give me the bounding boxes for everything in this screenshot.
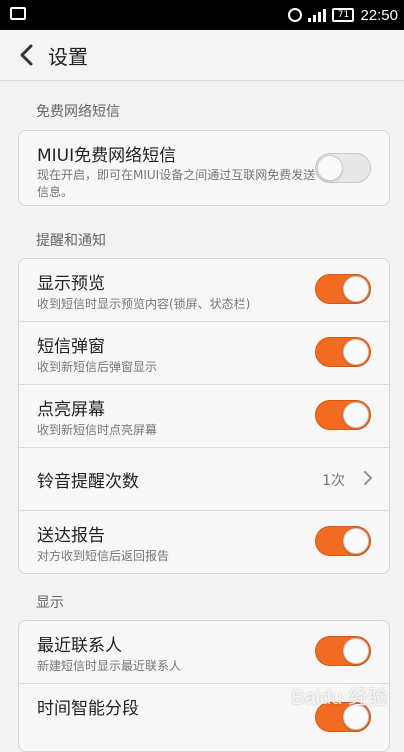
recent-contacts-toggle[interactable] [315, 636, 371, 666]
setting-subtitle: 收到新短信后弹窗显示 [37, 360, 158, 374]
chevron-right-icon [363, 470, 373, 490]
status-bar: 71 22:50 [0, 0, 404, 30]
setting-row-popup[interactable]: 短信弹窗 收到新短信后弹窗显示 [19, 322, 389, 385]
page-title: 设置 [48, 44, 88, 69]
alarm-icon [288, 8, 303, 22]
battery-icon: 71 [332, 8, 355, 22]
setting-row-preview[interactable]: 显示预览 收到短信时显示预览内容(锁屏、状态栏) [19, 259, 389, 322]
setting-subtitle: 现在开启，即可在MIUI设备之间通过互联网免费发送信息。 [37, 168, 316, 199]
setting-title: 显示预览 [37, 274, 105, 294]
title-bar: 设置 [0, 30, 404, 81]
setting-subtitle: 对方收到短信后返回报告 [37, 549, 170, 563]
popup-toggle[interactable] [315, 337, 371, 367]
card-notifications: 显示预览 收到短信时显示预览内容(锁屏、状态栏) 短信弹窗 收到新短信后弹窗显示… [18, 258, 390, 574]
toggle-knob [343, 276, 369, 302]
setting-title: 短信弹窗 [37, 337, 105, 357]
miui-sms-toggle[interactable] [315, 153, 371, 183]
baidu-watermark: Baidu 经验 [291, 687, 388, 709]
toggle-knob [343, 528, 369, 554]
toggle-knob [343, 402, 369, 428]
setting-row-wake-screen[interactable]: 点亮屏幕 收到新短信时点亮屏幕 [19, 385, 389, 448]
image-notification-icon [10, 7, 26, 20]
toggle-knob [343, 339, 369, 365]
toggle-knob [343, 638, 369, 664]
delivery-report-toggle[interactable] [315, 526, 371, 556]
section-header-notifications: 提醒和通知 [36, 233, 106, 249]
ring-count-value: 1次 [322, 473, 345, 489]
setting-subtitle: 收到短信时显示预览内容(锁屏、状态栏) [37, 297, 251, 311]
setting-row-delivery-report[interactable]: 送达报告 对方收到短信后返回报告 [19, 511, 389, 573]
setting-title: MIUI免费网络短信 [37, 146, 177, 166]
setting-row-recent-contacts[interactable]: 最近联系人 新建短信时显示最近联系人 [19, 621, 389, 684]
setting-subtitle: 收到新短信时点亮屏幕 [37, 423, 158, 437]
section-header-display: 显示 [36, 595, 64, 611]
section-header-free-sms: 免费网络短信 [36, 104, 120, 120]
setting-subtitle: 新建短信时显示最近联系人 [37, 659, 182, 673]
setting-title: 时间智能分段 [37, 699, 139, 719]
status-icons: 71 22:50 [288, 0, 398, 30]
setting-title: 铃音提醒次数 [37, 472, 139, 492]
setting-row-miui-sms[interactable]: MIUI免费网络短信 现在开启，即可在MIUI设备之间通过互联网免费发送信息。 [19, 131, 389, 205]
wake-screen-toggle[interactable] [315, 400, 371, 430]
setting-title: 送达报告 [37, 526, 105, 546]
setting-title: 最近联系人 [37, 636, 122, 656]
signal-icon [308, 8, 327, 22]
toggle-knob [317, 155, 343, 181]
setting-row-ring-count[interactable]: 铃音提醒次数 1次 [19, 448, 389, 511]
status-time: 22:50 [360, 6, 398, 24]
setting-title: 点亮屏幕 [37, 400, 105, 420]
preview-toggle[interactable] [315, 274, 371, 304]
card-free-sms: MIUI免费网络短信 现在开启，即可在MIUI设备之间通过互联网免费发送信息。 [18, 130, 390, 206]
back-arrow-icon[interactable] [8, 30, 44, 80]
